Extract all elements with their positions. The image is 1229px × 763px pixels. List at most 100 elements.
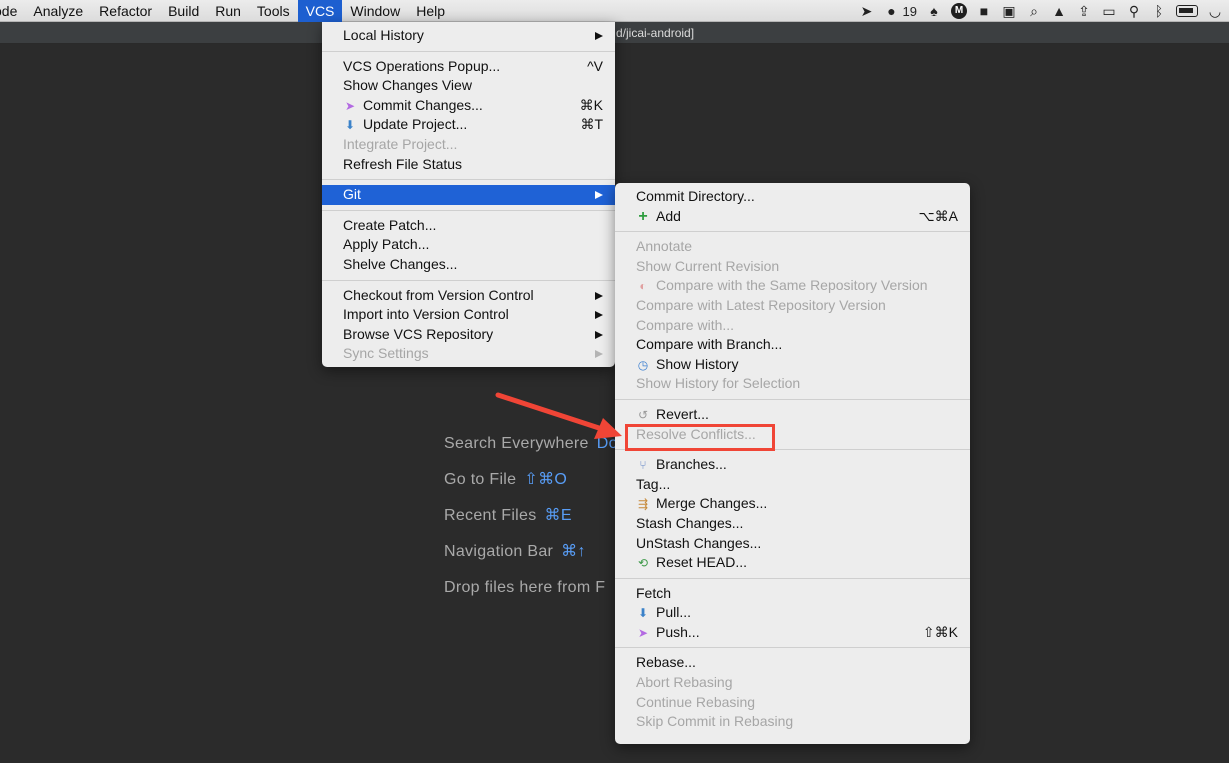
menu-item-show-changes-view[interactable]: Show Changes View bbox=[322, 76, 615, 96]
menu-item-local-history[interactable]: Local History bbox=[322, 26, 615, 46]
menu-item-stash-changes[interactable]: Stash Changes... bbox=[615, 514, 970, 534]
item-label: Merge Changes... bbox=[656, 495, 768, 512]
menu-item-browse-vcs[interactable]: Browse VCS Repository bbox=[322, 325, 615, 345]
separator bbox=[322, 179, 615, 181]
hint-label: Drop files here from F bbox=[444, 579, 606, 596]
item-label: Show History bbox=[656, 355, 739, 372]
menu-window[interactable]: Window bbox=[342, 0, 408, 22]
submenu-arrow-icon bbox=[595, 32, 603, 40]
item-label: Commit Changes... bbox=[363, 96, 483, 113]
menu-item-create-patch[interactable]: Create Patch... bbox=[322, 216, 615, 236]
menu-item-fetch[interactable]: Fetch bbox=[615, 584, 970, 604]
menu-item-commit-directory[interactable]: Commit Directory... bbox=[615, 187, 970, 207]
qq-icon[interactable]: ♠ bbox=[926, 3, 942, 19]
upload-icon[interactable]: ⇪ bbox=[1076, 3, 1092, 19]
menu-run[interactable]: Run bbox=[207, 0, 249, 22]
hint-navigation-bar: Navigation Bar ⌘↑ bbox=[444, 540, 618, 576]
menu-item-integrate-project: Integrate Project... bbox=[322, 135, 615, 155]
clipboard-icon[interactable]: ▣ bbox=[1001, 3, 1017, 19]
menu-item-commit-changes[interactable]: ➤ Commit Changes... ⌘K bbox=[322, 96, 615, 116]
m-icon[interactable]: M bbox=[951, 3, 967, 19]
submenu-arrow-icon bbox=[595, 330, 603, 339]
menu-item-pull[interactable]: ⬇ Pull... bbox=[615, 603, 970, 623]
hat-icon[interactable]: ▲ bbox=[1051, 3, 1067, 19]
menu-analyze[interactable]: Analyze bbox=[25, 0, 91, 22]
separator bbox=[615, 577, 970, 579]
pull-down-arrow-icon: ⬇ bbox=[637, 606, 649, 621]
menu-item-push[interactable]: ➤ Push... ⇧⌘K bbox=[615, 623, 970, 643]
menu-item-show-history-selection: Show History for Selection bbox=[615, 374, 970, 394]
send-icon[interactable]: ➤ bbox=[859, 3, 875, 19]
item-label: UnStash Changes... bbox=[636, 534, 762, 551]
item-label: Sync Settings bbox=[343, 345, 429, 362]
menu-item-compare-branch[interactable]: Compare with Branch... bbox=[615, 335, 970, 355]
commit-arrow-icon: ➤ bbox=[344, 98, 356, 113]
menu-item-add[interactable]: + Add ⌥⌘A bbox=[615, 207, 970, 227]
menu-item-compare-latest: Compare with Latest Repository Version bbox=[615, 296, 970, 316]
wifi-icon[interactable]: ◡ bbox=[1207, 3, 1223, 19]
menu-item-compare-with: Compare with... bbox=[615, 316, 970, 336]
menu-item-refresh-file-status[interactable]: Refresh File Status bbox=[322, 155, 615, 175]
hint-shortcut: ⌘↑ bbox=[561, 543, 586, 560]
menu-item-revert[interactable]: ↺ Revert... bbox=[615, 405, 970, 425]
menu-item-show-current-revision: Show Current Revision bbox=[615, 257, 970, 277]
menu-item-tag[interactable]: Tag... bbox=[615, 475, 970, 495]
item-label: Commit Directory... bbox=[636, 188, 755, 204]
separator bbox=[322, 209, 615, 211]
item-label: Show History for Selection bbox=[636, 375, 801, 392]
airplay-icon[interactable]: ▭ bbox=[1101, 3, 1117, 19]
separator bbox=[615, 231, 970, 233]
menu-item-unstash-changes[interactable]: UnStash Changes... bbox=[615, 534, 970, 554]
bluetooth-icon[interactable]: ᛒ bbox=[1151, 3, 1167, 19]
menu-item-checkout[interactable]: Checkout from Version Control bbox=[322, 286, 615, 306]
menu-help[interactable]: Help bbox=[408, 0, 453, 22]
wechat-icon[interactable]: ● bbox=[884, 3, 900, 19]
menu-item-merge-changes[interactable]: ⇶ Merge Changes... bbox=[615, 494, 970, 514]
item-label: Refresh File Status bbox=[343, 155, 463, 172]
item-label: Compare with the Same Repository Version bbox=[656, 277, 928, 294]
search-icon[interactable]: ⌕ bbox=[1026, 3, 1042, 19]
submenu-arrow-icon bbox=[595, 350, 603, 359]
item-label: Fetch bbox=[636, 584, 672, 601]
separator bbox=[615, 398, 970, 400]
hint-shortcut: ⌘E bbox=[544, 507, 572, 524]
menu-item-shelve-changes[interactable]: Shelve Changes... bbox=[322, 255, 615, 275]
menu-item-apply-patch[interactable]: Apply Patch... bbox=[322, 235, 615, 255]
item-label: Branches... bbox=[656, 456, 727, 473]
menu-item-update-project[interactable]: ⬇ Update Project... ⌘T bbox=[322, 115, 615, 135]
menu-item-branches[interactable]: ⑂ Branches... bbox=[615, 455, 970, 475]
menu-item-show-history[interactable]: ◷ Show History bbox=[615, 355, 970, 375]
item-label: Add bbox=[656, 207, 681, 224]
battery-icon[interactable] bbox=[1176, 5, 1198, 17]
accessibility-icon[interactable]: ⚲ bbox=[1126, 3, 1142, 19]
status-tray: ➤ ● 19 ♠ M ■ ▣ ⌕ ▲ ⇪ ▭ ⚲ ᛒ ◡ bbox=[859, 0, 1223, 22]
menu-item-reset-head[interactable]: ⟲ Reset HEAD... bbox=[615, 553, 970, 573]
item-label: Compare with Latest Repository Version bbox=[636, 296, 886, 313]
item-label: Browse VCS Repository bbox=[343, 325, 494, 342]
evernote-icon[interactable]: ■ bbox=[976, 3, 992, 19]
item-label: Reset HEAD... bbox=[656, 554, 748, 571]
menu-refactor[interactable]: Refactor bbox=[91, 0, 160, 22]
welcome-hints: Search Everywhere Do Go to File ⇧⌘O Recent… bbox=[444, 432, 618, 612]
merge-icon: ⇶ bbox=[637, 497, 649, 512]
menu-item-import[interactable]: Import into Version Control bbox=[322, 305, 615, 325]
annotation-arrow-icon bbox=[495, 392, 622, 439]
history-clock-icon: ◷ bbox=[637, 357, 649, 372]
item-label: Show Changes View bbox=[343, 77, 472, 94]
menu-build[interactable]: Build bbox=[160, 0, 207, 22]
menu-item-rebase[interactable]: Rebase... bbox=[615, 653, 970, 673]
item-label: Stash Changes... bbox=[636, 514, 744, 531]
hint-label: Recent Files bbox=[444, 507, 537, 524]
menu-code[interactable]: ode bbox=[0, 0, 25, 22]
menu-tools[interactable]: Tools bbox=[249, 0, 298, 22]
item-label: Continue Rebasing bbox=[636, 693, 756, 710]
menu-vcs[interactable]: VCS bbox=[297, 0, 343, 22]
menu-item-git[interactable]: Git bbox=[322, 185, 615, 205]
menu-item-sync-settings: Sync Settings bbox=[322, 344, 615, 364]
hint-drop-files: Drop files here from F bbox=[444, 576, 618, 612]
item-label: Rebase... bbox=[636, 654, 696, 671]
push-arrow-icon: ➤ bbox=[637, 625, 649, 640]
separator bbox=[322, 50, 615, 52]
menu-item-vcs-operations-popup[interactable]: VCS Operations Popup... ^V bbox=[322, 57, 615, 77]
menu-item-compare-same-repo: ◐ Compare with the Same Repository Versio… bbox=[615, 276, 970, 296]
